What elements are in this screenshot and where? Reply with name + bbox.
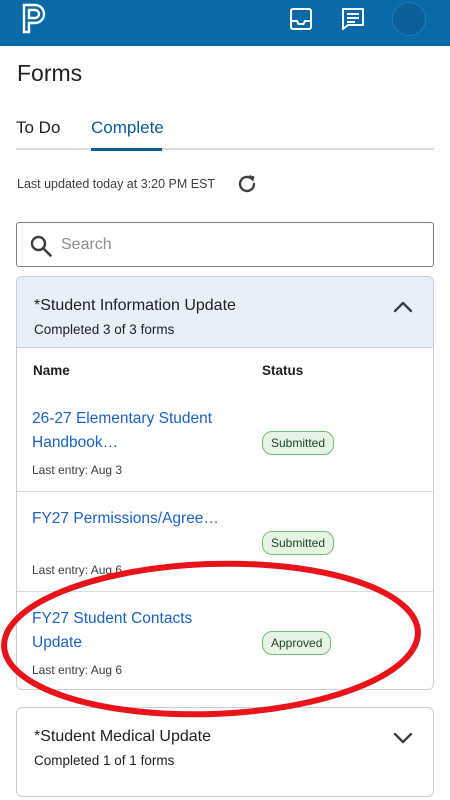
- form-group-student-information-update: *Student Information Update Completed 3 …: [16, 276, 434, 690]
- refresh-icon[interactable]: [235, 172, 259, 196]
- group-progress: Completed 3 of 3 forms: [34, 322, 175, 337]
- search-box: [16, 222, 434, 267]
- form-row: FY27 Student Contacts Update Last entry:…: [17, 593, 433, 689]
- inbox-icon[interactable]: [288, 6, 314, 32]
- form-link[interactable]: FY27 Permissions/Agree…: [32, 507, 242, 531]
- tab-bar: To Do Complete: [16, 110, 434, 151]
- column-header-status: Status: [262, 363, 304, 378]
- form-group-student-medical-update[interactable]: *Student Medical Update Completed 1 of 1…: [16, 707, 434, 797]
- column-header-name: Name: [33, 363, 70, 378]
- last-updated-text: Last updated today at 3:20 PM EST: [17, 177, 216, 191]
- avatar[interactable]: [392, 2, 426, 36]
- tab-complete[interactable]: Complete: [91, 118, 164, 151]
- status-badge: Approved: [262, 631, 332, 655]
- status-badge: Submitted: [262, 431, 335, 455]
- powerschool-logo-icon[interactable]: [18, 2, 48, 34]
- group-title: *Student Information Update: [34, 297, 236, 314]
- form-row: 26-27 Elementary Student Handbook… Last …: [17, 393, 433, 492]
- last-entry-date: Last entry: Aug 6: [32, 563, 123, 577]
- status-badge: Submitted: [262, 531, 335, 555]
- tab-todo[interactable]: To Do: [16, 118, 60, 148]
- last-entry-date: Last entry: Aug 3: [32, 463, 123, 477]
- group-header[interactable]: *Student Information Update Completed 3 …: [17, 277, 433, 348]
- group-progress: Completed 1 of 1 forms: [34, 753, 175, 768]
- page-title: Forms: [17, 60, 83, 86]
- last-entry-date: Last entry: Aug 6: [32, 663, 123, 677]
- form-row: FY27 Permissions/Agree… Last entry: Aug …: [17, 493, 433, 592]
- form-link[interactable]: 26-27 Elementary Student Handbook…: [32, 407, 242, 455]
- app-header: [0, 0, 450, 46]
- chevron-down-icon[interactable]: [391, 726, 415, 750]
- search-input[interactable]: [61, 231, 421, 259]
- form-link[interactable]: FY27 Student Contacts Update: [32, 607, 242, 655]
- chevron-up-icon[interactable]: [391, 295, 415, 319]
- group-title: *Student Medical Update: [34, 728, 211, 745]
- message-icon[interactable]: [340, 6, 366, 32]
- search-icon: [30, 235, 52, 257]
